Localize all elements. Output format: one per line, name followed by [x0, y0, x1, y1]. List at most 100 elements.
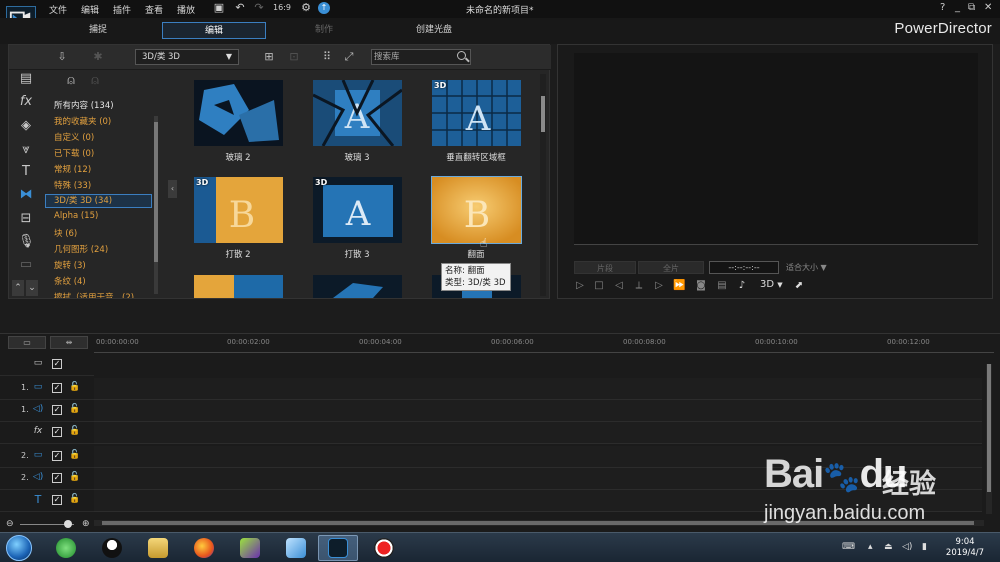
next-frame-icon[interactable]: ▷: [653, 280, 665, 292]
snapshot-icon[interactable]: ◙: [695, 280, 707, 292]
transition-thumb-glass3[interactable]: A: [313, 80, 402, 146]
particle-room-icon[interactable]: ⩔: [18, 142, 34, 158]
transition-thumb-shatter2[interactable]: B 3D: [194, 177, 283, 243]
tab-produce[interactable]: 制作: [286, 22, 362, 39]
track-manager-icon[interactable]: ▭: [8, 336, 46, 349]
transition-thumb-shatter3[interactable]: A 3D: [313, 177, 402, 243]
plugin-icon[interactable]: ✱: [91, 50, 105, 64]
library-scrollbar[interactable]: [540, 74, 546, 296]
audio-mixing-icon[interactable]: ⊟: [18, 211, 34, 227]
taskbar-qq[interactable]: [92, 535, 132, 561]
timeline-ruler[interactable]: 00:00:00:00 00:00:02:00 00:00:04:00 00:0…: [94, 335, 994, 353]
previous-frame-icon[interactable]: ◁: [613, 280, 625, 292]
category-item[interactable]: 自定义 (0): [54, 131, 94, 143]
lock-icon[interactable]: 🔓: [69, 426, 80, 437]
taskbar-explorer[interactable]: [138, 535, 178, 561]
pip-room-icon[interactable]: ◈: [18, 118, 34, 134]
system-clock[interactable]: 9:04 2019/4/7: [940, 537, 990, 559]
category-select[interactable]: 3D/类 3D ▼: [135, 49, 239, 65]
movie-mode-button[interactable]: 全片: [638, 261, 704, 274]
track-enable-checkbox[interactable]: ✓: [52, 473, 62, 483]
save-icon[interactable]: ▣: [213, 2, 225, 14]
fx-track-lane[interactable]: [94, 422, 982, 444]
taskbar-recorder[interactable]: [364, 535, 404, 561]
clip-mode-button[interactable]: 片段: [574, 261, 636, 274]
media-room-icon[interactable]: ▤: [18, 71, 34, 87]
menu-plugins[interactable]: 插件: [113, 3, 131, 16]
category-item[interactable]: 擦拭（适用于音…(2): [54, 291, 134, 298]
search-input[interactable]: 搜索库: [371, 49, 471, 65]
restore-button[interactable]: ⧉: [968, 2, 975, 13]
subtitle-icon[interactable]: ▤: [716, 280, 728, 292]
keyboard-icon[interactable]: ⌨: [842, 542, 855, 552]
category-item[interactable]: Alpha (15): [54, 211, 98, 221]
transition-thumb-glass2[interactable]: [194, 80, 283, 146]
split-icon[interactable]: ⟂: [633, 280, 645, 292]
minimize-button[interactable]: _: [955, 2, 960, 13]
3d-mode-toggle[interactable]: 3D ▼: [760, 279, 783, 290]
help-icon[interactable]: ?: [940, 2, 945, 13]
category-item[interactable]: 常规 (12): [54, 163, 91, 175]
grid-view-icon[interactable]: ⠿: [320, 50, 334, 64]
tab-edit[interactable]: 编辑: [162, 22, 266, 39]
fit-timeline-icon[interactable]: ⇹: [50, 336, 88, 349]
category-item-selected[interactable]: 3D/类 3D (34): [45, 194, 152, 208]
track-enable-checkbox[interactable]: ✓: [52, 359, 62, 369]
lock-icon[interactable]: 🔓: [69, 404, 80, 415]
scroll-down-icon[interactable]: ⌄: [26, 280, 38, 296]
library-scroll-thumb[interactable]: [541, 96, 545, 132]
chapter-room-icon[interactable]: ▭: [18, 257, 34, 273]
menu-edit[interactable]: 编辑: [81, 3, 99, 16]
expand-icon[interactable]: ⤢: [342, 50, 356, 64]
tab-capture[interactable]: 捕捉: [56, 22, 140, 39]
redo-icon[interactable]: ↷: [253, 2, 265, 14]
category-item[interactable]: 所有内容 (134): [54, 99, 114, 111]
fit-size-select[interactable]: 适合大小 ▼: [786, 261, 841, 274]
category-scrollbar[interactable]: [154, 116, 158, 294]
title-room-icon[interactable]: T: [18, 164, 34, 180]
settings-gear-icon[interactable]: ⚙: [300, 2, 312, 14]
category-item[interactable]: 已下载 (0): [54, 147, 94, 159]
lock-icon[interactable]: 🔓: [69, 382, 80, 393]
add-favorite-icon[interactable]: ⍝: [64, 74, 78, 88]
zoom-in-icon[interactable]: ⊕: [82, 519, 90, 529]
category-item[interactable]: 条纹 (4): [54, 275, 86, 287]
taskbar-browser-360[interactable]: [46, 535, 86, 561]
undo-icon[interactable]: ↶: [234, 2, 246, 14]
volume-icon[interactable]: ♪: [736, 280, 748, 292]
insert-icon[interactable]: ⊡: [287, 50, 301, 64]
tray-expand-icon[interactable]: ▴: [868, 542, 873, 552]
transition-thumb-vertical-flip-region[interactable]: A 3D: [432, 80, 521, 146]
category-item[interactable]: 特殊 (33): [54, 179, 91, 191]
menu-file[interactable]: 文件: [49, 3, 67, 16]
usb-icon[interactable]: ⏏: [884, 542, 893, 552]
tab-create-disc[interactable]: 创建光盘: [392, 22, 476, 39]
zoom-out-icon[interactable]: ⊖: [6, 519, 14, 529]
track-enable-checkbox[interactable]: ✓: [52, 427, 62, 437]
collapse-panel-button[interactable]: ‹: [168, 180, 177, 198]
scroll-up-icon[interactable]: ⌃: [12, 280, 24, 296]
menu-view[interactable]: 查看: [145, 3, 163, 16]
taskbar-powerdirector[interactable]: [318, 535, 358, 561]
audio-track-lane[interactable]: [94, 400, 982, 422]
volume-tray-icon[interactable]: ◁): [902, 542, 912, 552]
category-item[interactable]: 块 (6): [54, 227, 77, 239]
network-icon[interactable]: ▮: [922, 542, 927, 552]
timecode-field[interactable]: --:--:--:--: [709, 261, 779, 274]
category-item[interactable]: 旋转 (3): [54, 259, 86, 271]
menu-play[interactable]: 播放: [177, 3, 195, 16]
transition-thumb[interactable]: [194, 275, 283, 298]
zoom-handle[interactable]: [64, 520, 72, 528]
timeline-zoom-slider[interactable]: ⊖ ⊕: [6, 519, 90, 529]
lock-icon[interactable]: 🔓: [69, 494, 80, 505]
transition-room-icon[interactable]: ⧓: [18, 187, 34, 203]
aspect-ratio-icon[interactable]: 16:9: [273, 2, 291, 14]
category-scroll-thumb[interactable]: [154, 122, 158, 262]
voiceover-icon[interactable]: 🎙: [18, 234, 35, 250]
upgrade-icon[interactable]: ↑: [318, 2, 330, 14]
track-enable-checkbox[interactable]: ✓: [52, 405, 62, 415]
lock-icon[interactable]: 🔓: [69, 472, 80, 483]
taskbar-firefox[interactable]: [184, 535, 224, 561]
taskbar-media-app[interactable]: [230, 535, 270, 561]
play-icon[interactable]: ▷: [574, 280, 586, 292]
